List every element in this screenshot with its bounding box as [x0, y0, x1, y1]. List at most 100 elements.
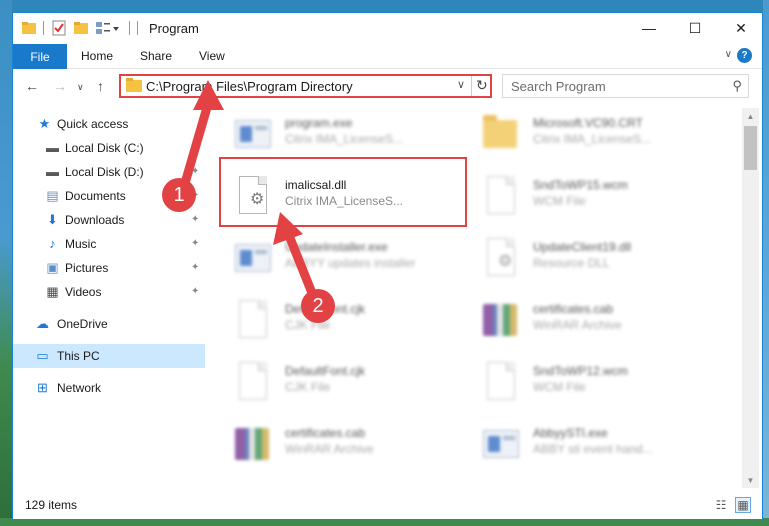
customize-quick-access-dropdown-icon[interactable] [113, 27, 119, 31]
sidebar-item-label: Videos [65, 285, 102, 299]
scrollbar-thumb[interactable] [744, 126, 757, 170]
file-description: WinRAR Archive [285, 442, 374, 456]
vertical-scrollbar[interactable]: ▲ ▼ [742, 108, 759, 488]
close-button[interactable]: ✕ [718, 13, 762, 43]
search-input[interactable]: Search Program ⚲ [502, 74, 749, 98]
minimize-button[interactable]: — [626, 13, 672, 43]
file-name: Microsoft.VC90.CRT [533, 116, 643, 130]
search-placeholder: Search Program [511, 79, 606, 94]
music-icon: ♪ [49, 236, 56, 251]
separator [471, 76, 472, 96]
help-icon[interactable]: ? [737, 48, 752, 63]
new-folder-icon[interactable] [73, 20, 89, 36]
separator [137, 21, 138, 35]
file-description: ABBYY updates installer [285, 256, 416, 270]
address-bar[interactable]: C:\Program Files\Program Directory ∨ ↻ [119, 74, 492, 98]
maximize-button[interactable]: ☐ [672, 13, 718, 43]
file-name: DefaultFont.cjk [285, 364, 366, 378]
pin-icon[interactable]: ✦ [191, 142, 199, 153]
details-view-icon[interactable]: ☷ [713, 497, 729, 513]
file-item[interactable]: DefaultFont.cjk CJK File [233, 296, 473, 352]
address-path[interactable]: C:\Program Files\Program Directory [146, 79, 353, 94]
pin-icon[interactable]: ✦ [191, 238, 199, 249]
file-name: SndToWP15.wcm [533, 178, 628, 192]
sidebar-item-videos[interactable]: ▦ Videos ✦ [13, 280, 205, 304]
app-icon [481, 424, 521, 468]
file-name: SndToWP12.wcm [533, 364, 628, 378]
file-description: WCM File [533, 194, 586, 208]
highlight-box [219, 157, 467, 227]
tab-view[interactable]: View [199, 49, 225, 63]
pin-icon[interactable]: ✦ [191, 166, 199, 177]
dll-icon: ⚙ [481, 238, 521, 282]
file-description: Citrix IMA_LicenseS... [533, 132, 652, 146]
file-description: Resource DLL [533, 256, 610, 270]
tab-file[interactable]: File [13, 44, 67, 69]
pin-icon[interactable]: ✦ [191, 286, 199, 297]
back-button[interactable]: ← [25, 78, 39, 94]
folder-icon [22, 22, 36, 34]
file-name: certificates.cab [533, 302, 614, 316]
tab-home[interactable]: Home [81, 49, 113, 63]
pictures-icon: ▣ [46, 259, 59, 275]
pin-icon[interactable]: ✦ [191, 262, 199, 273]
file-item[interactable]: ⚙ UpdateClient19.dll Resource DLL [481, 234, 721, 290]
file-icon [233, 362, 273, 406]
item-count: 129 items [25, 498, 78, 512]
expand-ribbon-icon[interactable]: ∨ [725, 49, 732, 60]
sidebar-item-label: Documents [65, 189, 126, 203]
file-item[interactable]: Microsoft.VC90.CRT Citrix IMA_LicenseS..… [481, 110, 721, 166]
file-item[interactable]: SndToWP15.wcm WCM File [481, 172, 721, 228]
refresh-button[interactable]: ↻ [476, 77, 488, 94]
drive-icon: ▬ [46, 140, 59, 155]
app-icon [233, 114, 273, 158]
file-explorer-window: Program — ☐ ✕ File Home Share View ∨ ? ←… [12, 12, 763, 520]
view-options-icon[interactable] [95, 20, 111, 36]
sidebar-item-onedrive[interactable]: ☁ OneDrive [13, 312, 205, 336]
sidebar-item-label: Local Disk (C:) [65, 141, 144, 155]
ribbon: File Home Share View ∨ ? [13, 43, 762, 69]
file-item[interactable]: certificates.cab WinRAR Archive [481, 296, 721, 352]
sidebar-item-this-pc[interactable]: ▭ This PC [13, 344, 205, 368]
recent-locations-button[interactable]: ∨ [77, 82, 84, 93]
navigation-bar: ← → ∨ ↑ C:\Program Files\Program Directo… [13, 70, 762, 102]
documents-icon: ▤ [46, 187, 59, 203]
tab-share[interactable]: Share [140, 49, 172, 63]
properties-icon[interactable] [51, 20, 67, 36]
forward-button[interactable]: → [53, 78, 67, 94]
pin-icon[interactable]: ✦ [191, 214, 199, 225]
address-dropdown-icon[interactable]: ∨ [457, 78, 465, 91]
app-icon [233, 238, 273, 282]
sidebar-item-pictures[interactable]: ▣ Pictures ✦ [13, 256, 205, 280]
file-description: CJK File [285, 380, 331, 394]
file-item[interactable]: SndToWP12.wcm WCM File [481, 358, 721, 414]
title-bar[interactable]: Program — ☐ ✕ [13, 13, 762, 43]
sidebar-item-music[interactable]: ♪ Music ✦ [13, 232, 205, 256]
status-bar: 129 items ☷ ▦ [13, 493, 762, 519]
window-title: Program [149, 21, 199, 36]
search-icon[interactable]: ⚲ [732, 78, 742, 94]
tiles-view-icon[interactable]: ▦ [735, 497, 751, 513]
scroll-up-icon[interactable]: ▲ [742, 108, 759, 124]
file-item[interactable]: UpdateInstaller.exe ABBYY updates instal… [233, 234, 473, 290]
star-icon: ★ [38, 115, 51, 131]
file-description: Citrix IMA_LicenseS... [285, 132, 404, 146]
file-item[interactable]: certificates.cab WinRAR Archive [233, 420, 473, 476]
up-button[interactable]: ↑ [97, 78, 104, 94]
desktop-background-right [763, 0, 769, 526]
file-item[interactable]: AbbyySTI.exe ABBY sti event hand... [481, 420, 721, 476]
step-badge-1: 1 [162, 178, 196, 212]
cloud-icon: ☁ [36, 315, 49, 331]
sidebar-item-local-disk-c[interactable]: ▬ Local Disk (C:) ✦ [13, 136, 205, 160]
separator [43, 21, 44, 35]
file-item[interactable]: DefaultFont.cjk CJK File [233, 358, 473, 414]
scroll-down-icon[interactable]: ▼ [742, 472, 759, 488]
sidebar-item-label: Music [65, 237, 97, 251]
file-name: UpdateClient19.dll [533, 240, 632, 254]
navigation-pane: ★ Quick access ▬ Local Disk (C:) ✦ ▬ Loc… [13, 108, 205, 488]
sidebar-item-network[interactable]: ⊞ Network [13, 376, 205, 400]
archive-icon [481, 300, 521, 344]
sidebar-item-quick-access[interactable]: ★ Quick access [13, 112, 205, 136]
file-icon [481, 362, 521, 406]
sidebar-item-label: Network [57, 381, 102, 395]
